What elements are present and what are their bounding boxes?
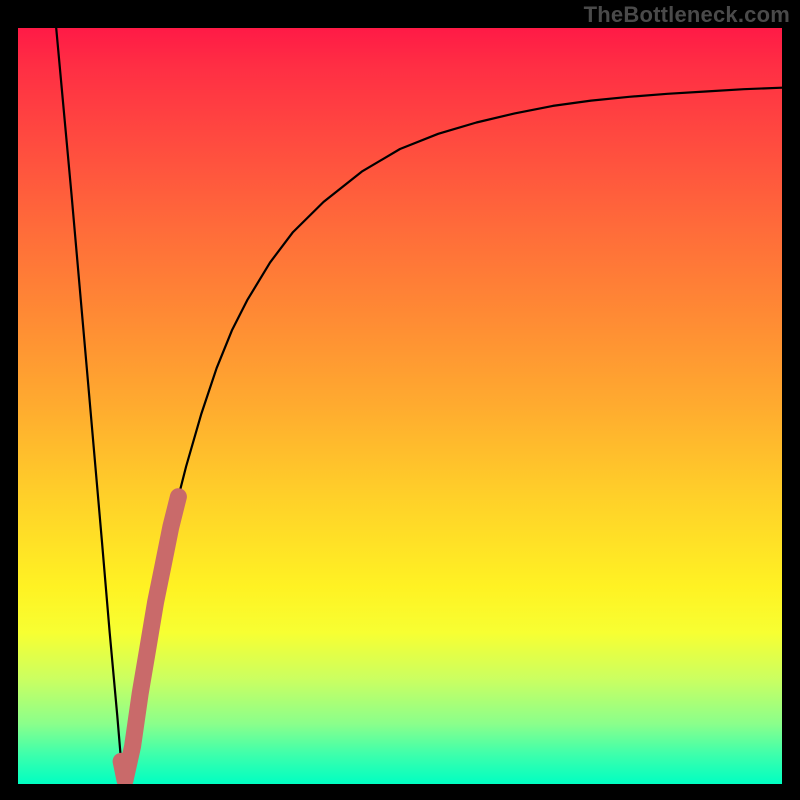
optimal-range-highlight: [121, 497, 178, 781]
bottleneck-curve: [56, 28, 782, 780]
chart-container: TheBottleneck.com: [0, 0, 800, 800]
curve-overlay: [18, 28, 782, 784]
watermark-text: TheBottleneck.com: [584, 2, 790, 28]
plot-area: [18, 28, 782, 784]
